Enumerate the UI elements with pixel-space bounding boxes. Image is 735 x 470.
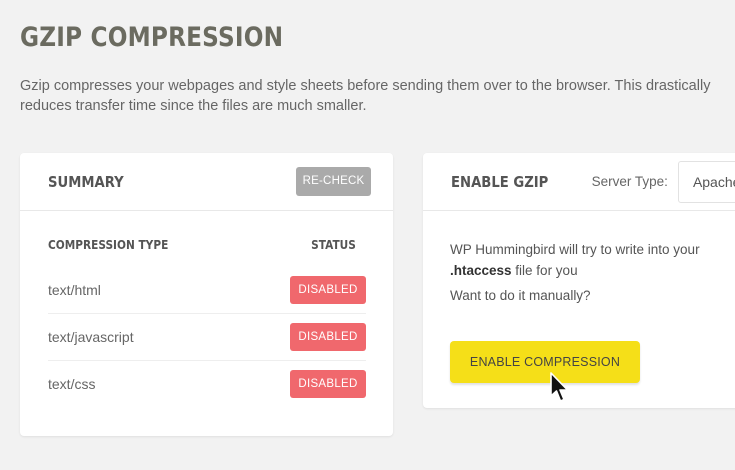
summary-header: SUMMARY RE-CHECK [20,153,393,211]
instructions-text-end: file for you [511,263,578,278]
summary-card: SUMMARY RE-CHECK COMPRESSION TYPE STATUS… [20,153,393,436]
compression-table: COMPRESSION TYPE STATUS text/html DISABL… [20,211,393,407]
htaccess-instructions: WP Hummingbird will try to write into yo… [450,239,720,281]
server-type-select[interactable]: Apache [677,160,735,203]
instructions-text: WP Hummingbird will try to write into yo… [450,242,700,257]
table-header: COMPRESSION TYPE STATUS [48,211,366,266]
summary-title: SUMMARY [48,172,124,191]
htaccess-filename: .htaccess [450,263,512,278]
compression-type-cell: text/javascript [48,329,134,345]
enable-gzip-body: WP Hummingbird will try to write into yo… [423,211,735,303]
re-check-button[interactable]: RE-CHECK [296,167,371,196]
status-badge: DISABLED [290,323,366,351]
table-body: text/html DISABLED text/javascript DISAB… [48,266,366,407]
table-row: text/html DISABLED [48,266,366,313]
column-header-status: STATUS [311,237,356,252]
column-header-compression-type: COMPRESSION TYPE [48,237,169,252]
server-type-value: Apache [692,173,735,190]
status-badge: DISABLED [290,370,366,398]
manual-setup-text: Want to do it manually? [450,288,591,303]
server-type-label: Server Type: [591,174,668,189]
status-badge: DISABLED [290,275,366,304]
enable-gzip-title: ENABLE GZIP [451,172,549,191]
mouse-pointer-icon [550,372,569,402]
enable-gzip-card: ENABLE GZIP Server Type: Apache WP Hummi… [423,153,735,408]
table-row: text/css DISABLED [48,360,366,407]
gzip-compression-page: GZIP COMPRESSION Gzip compresses your we… [0,0,735,470]
table-row: text/javascript DISABLED [48,313,366,360]
page-title: GZIP COMPRESSION [20,22,284,53]
page-description: Gzip compresses your webpages and style … [20,78,711,114]
compression-type-cell: text/html [48,281,101,298]
enable-compression-button[interactable]: ENABLE COMPRESSION [450,341,640,383]
compression-type-cell: text/css [48,376,96,392]
enable-gzip-header: ENABLE GZIP Server Type: Apache [423,153,735,211]
